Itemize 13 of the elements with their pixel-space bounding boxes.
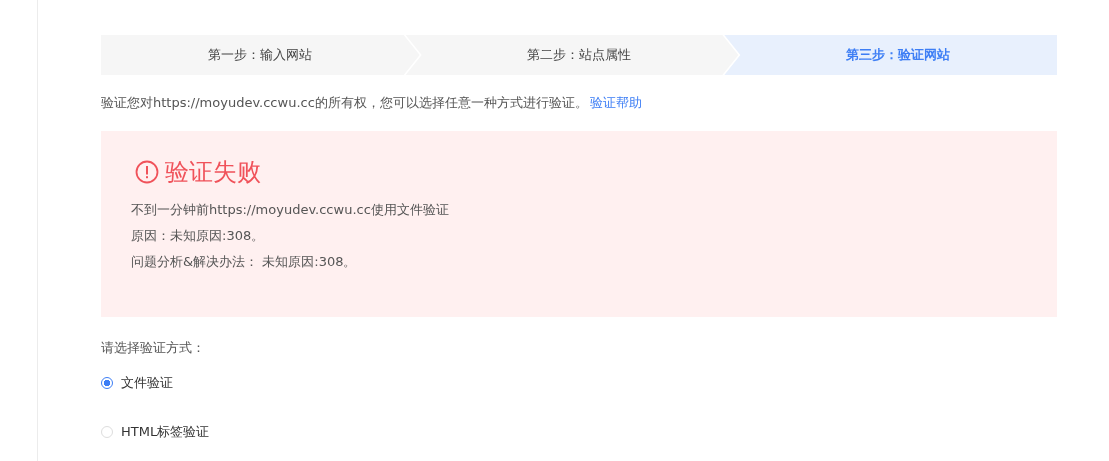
warning-icon	[135, 160, 159, 184]
help-link[interactable]: 验证帮助	[589, 95, 642, 110]
error-detail: 原因：未知原因:308。	[131, 227, 266, 245]
method-label: 请选择验证方式：	[101, 339, 206, 357]
intro-text: 验证您对https://moyudev.ccwu.cc的所有权，您可以选择任意一种方式进行验证。	[101, 95, 588, 110]
error-title: 验证失败	[165, 157, 261, 187]
step-tab[interactable]: 第二步：站点属性	[405, 35, 739, 75]
radio-icon[interactable]	[101, 377, 113, 389]
error-detail: 问题分析&解决办法： 未知原因:308。	[131, 253, 358, 271]
method-radio[interactable]: 文件验证	[101, 374, 173, 392]
error-detail: 不到一分钟前https://moyudev.ccwu.cc使用文件验证	[131, 201, 450, 219]
step-tab[interactable]: 第一步：输入网站	[101, 35, 420, 75]
method-radio[interactable]: HTML标签验证	[101, 423, 210, 441]
